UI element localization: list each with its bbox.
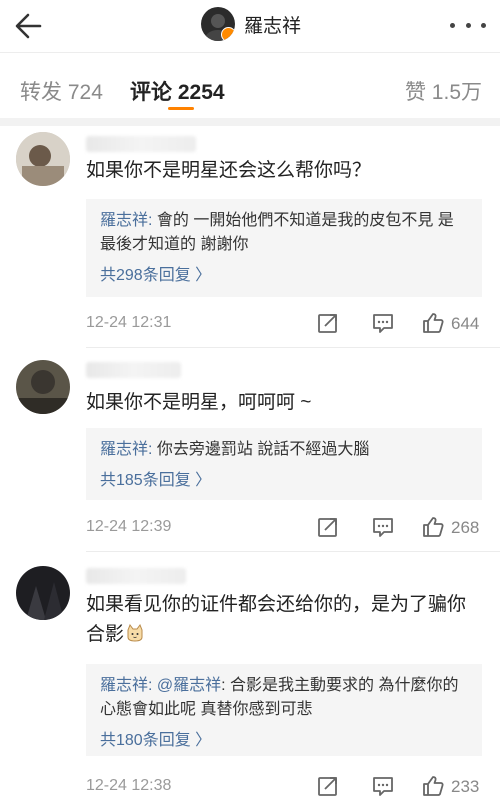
blurred-username bbox=[86, 362, 181, 378]
comment-time: 12-24 12:31 bbox=[86, 314, 172, 331]
comment-footer: 12-24 12:31 644 bbox=[86, 311, 486, 337]
tab-like[interactable]: 赞 1.5万 bbox=[405, 76, 482, 106]
avatar[interactable] bbox=[16, 132, 70, 186]
comment-item: 如果看见你的证件都会还给你的，是为了骗你合影 羅志祥: @羅志祥: 合影是我主動… bbox=[0, 552, 500, 810]
avatar[interactable] bbox=[16, 566, 70, 620]
like-icon[interactable] bbox=[421, 515, 445, 539]
reply-mention[interactable]: @羅志祥 bbox=[152, 677, 221, 694]
tab-bar: 转发 724 评论 2254 赞 1.5万 bbox=[0, 52, 500, 118]
reply-icon[interactable] bbox=[371, 311, 395, 335]
back-arrow-icon[interactable] bbox=[10, 6, 50, 46]
reply-count-link[interactable]: 共298条回复 〉 bbox=[100, 265, 468, 287]
section-separator bbox=[0, 118, 500, 126]
reply-count-link[interactable]: 共185条回复 〉 bbox=[100, 470, 468, 492]
tab-repost[interactable]: 转发 724 bbox=[20, 76, 103, 106]
cat-emoji-icon bbox=[126, 622, 144, 642]
comment-time: 12-24 12:38 bbox=[86, 777, 172, 794]
comment-footer: 12-24 12:38 233 bbox=[86, 774, 486, 800]
blurred-username bbox=[86, 136, 196, 152]
comment-text: 如果你不是明星还会这么帮你吗？ bbox=[86, 160, 372, 181]
forward-icon[interactable] bbox=[316, 774, 340, 798]
comment-text: 如果你不是明星，呵呵呵 ~ bbox=[86, 392, 312, 413]
comment-time: 12-24 12:39 bbox=[86, 518, 172, 535]
like-icon[interactable] bbox=[421, 311, 445, 335]
comment-item: 如果你不是明星，呵呵呵 ~ 羅志祥: 你去旁邊罰站 說話不經過大腦 共185条回… bbox=[0, 348, 500, 552]
reply-author[interactable]: 羅志祥: bbox=[100, 212, 152, 229]
reply-author[interactable]: 羅志祥: bbox=[100, 677, 152, 694]
active-tab-indicator bbox=[168, 107, 194, 110]
like-count: 233 bbox=[451, 777, 480, 796]
header-user[interactable]: 羅志祥 bbox=[201, 6, 301, 42]
avatar[interactable] bbox=[16, 360, 70, 414]
like-icon[interactable] bbox=[421, 774, 445, 798]
forward-icon[interactable] bbox=[316, 311, 340, 335]
reply-line: 羅志祥: @羅志祥: 合影是我主動要求的 為什麼你的心態會如此呢 真替你感到可悲 bbox=[100, 674, 468, 722]
reply-text: 你去旁邊罰站 說話不經過大腦 bbox=[152, 441, 370, 458]
reply-icon[interactable] bbox=[371, 515, 395, 539]
blurred-username bbox=[86, 568, 186, 584]
top-bar: 羅志祥 bbox=[0, 0, 500, 53]
reply-preview[interactable]: 羅志祥: 會的 一開始他們不知道是我的皮包不見 是最後才知道的 謝謝你 共298… bbox=[86, 199, 482, 297]
reply-text: 會的 一開始他們不知道是我的皮包不見 是最後才知道的 謝謝你 bbox=[100, 212, 454, 253]
reply-author[interactable]: 羅志祥: bbox=[100, 441, 152, 458]
forward-icon[interactable] bbox=[316, 515, 340, 539]
comment-item: 如果你不是明星还会这么帮你吗？ 羅志祥: 會的 一開始他們不知道是我的皮包不見 … bbox=[0, 126, 500, 348]
reply-line: 羅志祥: 會的 一開始他們不知道是我的皮包不見 是最後才知道的 謝謝你 bbox=[100, 209, 468, 257]
reply-preview[interactable]: 羅志祥: @羅志祥: 合影是我主動要求的 為什麼你的心態會如此呢 真替你感到可悲… bbox=[86, 664, 482, 756]
reply-count-link[interactable]: 共180条回复 〉 bbox=[100, 730, 468, 752]
reply-icon[interactable] bbox=[371, 774, 395, 798]
like-count: 644 bbox=[451, 314, 480, 333]
comment-footer: 12-24 12:39 268 bbox=[86, 515, 486, 541]
header-username: 羅志祥 bbox=[244, 15, 302, 37]
like-count: 268 bbox=[451, 518, 480, 537]
reply-preview[interactable]: 羅志祥: 你去旁邊罰站 說話不經過大腦 共185条回复 〉 bbox=[86, 428, 482, 500]
comment-text: 如果看见你的证件都会还给你的，是为了骗你合影 bbox=[86, 590, 478, 650]
more-dots-icon[interactable] bbox=[450, 18, 486, 32]
header-avatar[interactable] bbox=[201, 7, 235, 41]
reply-line: 羅志祥: 你去旁邊罰站 說話不經過大腦 bbox=[100, 438, 468, 462]
verified-badge-icon bbox=[221, 27, 235, 41]
